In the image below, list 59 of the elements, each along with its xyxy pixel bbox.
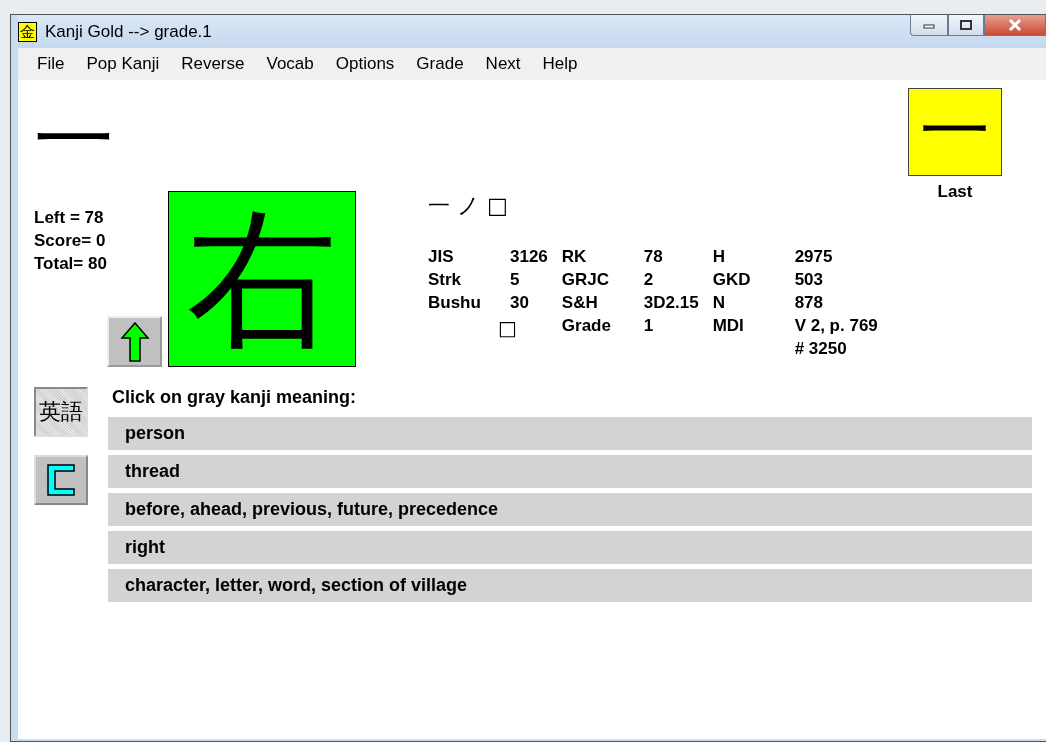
score-text: Left = 78 xyxy=(34,207,104,229)
info-label: N xyxy=(712,292,726,314)
info-label: Bushu xyxy=(428,292,482,314)
info-value: 2975 xyxy=(794,246,834,268)
up-arrow-icon xyxy=(119,320,150,363)
meaning-choice[interactable]: thread xyxy=(108,455,1032,488)
bracket-icon xyxy=(46,463,76,497)
english-mode-button[interactable]: 英語 xyxy=(34,387,88,437)
menu-item[interactable]: Grade xyxy=(405,54,475,74)
info-label: S&H xyxy=(561,292,599,314)
info-value: 1 xyxy=(643,315,655,337)
info-label: GRJC xyxy=(561,269,611,291)
meaning-choice[interactable]: right xyxy=(108,531,1032,564)
info-value: 3126 xyxy=(510,246,548,268)
app-icon: 金 xyxy=(18,21,37,42)
last-kanji-box[interactable]: 一 xyxy=(908,88,1002,176)
info-value: 2 xyxy=(643,269,655,291)
previous-kanji: 一 xyxy=(34,100,114,188)
menu-item[interactable]: Vocab xyxy=(255,54,325,74)
score-text: Total= 80 xyxy=(34,253,107,275)
minimize-button[interactable] xyxy=(910,15,948,36)
info-label: H xyxy=(712,246,726,268)
close-icon xyxy=(1008,19,1022,31)
prompt-text: Click on gray kanji meaning: xyxy=(112,387,358,408)
info-label: MDI xyxy=(712,315,745,337)
info-label: Strk xyxy=(428,269,463,291)
info-label: RK xyxy=(561,246,588,268)
info-value: # 3250 xyxy=(794,338,848,360)
menu-item[interactable]: Options xyxy=(324,54,406,74)
info-label: Grade xyxy=(561,315,612,337)
minimize-icon xyxy=(923,21,935,29)
info-value: 30 xyxy=(510,292,530,314)
up-button[interactable] xyxy=(107,316,162,367)
info-value: 3D2.15 xyxy=(643,292,699,314)
info-value: 78 xyxy=(643,246,664,268)
info-label: GKD xyxy=(712,269,752,291)
menu-item[interactable]: Next xyxy=(474,54,532,74)
menu-item[interactable]: Help xyxy=(531,54,589,74)
kanji-card: 右 xyxy=(168,191,356,367)
close-button[interactable] xyxy=(984,15,1046,36)
mode-button[interactable] xyxy=(34,455,88,505)
info-value: 5 xyxy=(510,269,521,291)
maximize-button[interactable] xyxy=(948,15,984,36)
glyph-symbol: □ xyxy=(498,316,517,340)
menu-item[interactable]: Reverse xyxy=(170,54,256,74)
info-value: 878 xyxy=(794,292,825,314)
window-title: Kanji Gold --> grade.1 xyxy=(45,21,213,42)
menu-item[interactable]: Pop Kanji xyxy=(75,54,171,74)
info-label: JIS xyxy=(428,246,455,268)
meaning-choice[interactable]: person xyxy=(108,417,1032,450)
meaning-choice[interactable]: before, ahead, previous, future, precedence xyxy=(108,493,1032,526)
maximize-icon xyxy=(960,20,972,30)
menu-item[interactable]: File xyxy=(26,54,76,74)
info-value: 503 xyxy=(794,269,825,291)
info-value: V 2, p. 769 xyxy=(794,315,878,337)
last-label: Last xyxy=(937,181,973,203)
score-text: Score= 0 xyxy=(34,230,106,252)
meaning-choice[interactable]: character, letter, word, section of village xyxy=(108,569,1032,602)
radical-components: 一 ノ □ xyxy=(428,192,509,220)
